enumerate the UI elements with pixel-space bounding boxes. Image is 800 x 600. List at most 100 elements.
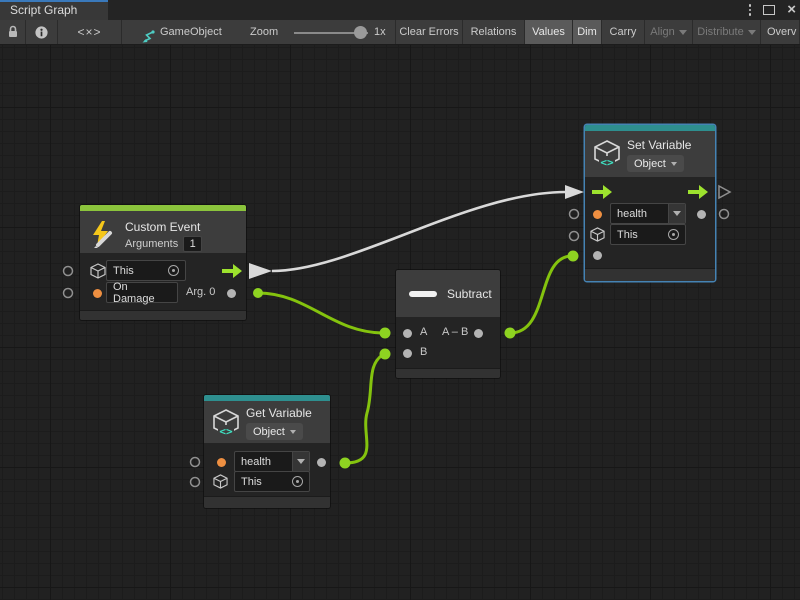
node-header: <> Get Variable Object <box>204 401 330 443</box>
chevron-down-icon <box>297 459 305 464</box>
toolbar-button-group: Clear Errors Relations Values Dim Carry … <box>396 20 800 44</box>
node-subtract[interactable]: Subtract A A – B B <box>396 270 500 378</box>
input-b-port[interactable] <box>403 349 412 358</box>
wire-endpoint <box>380 328 391 339</box>
port-row-name: health <box>585 203 715 225</box>
node-header: Custom Event Arguments 1 <box>80 211 246 253</box>
align-dropdown[interactable]: Align <box>645 20 693 44</box>
node-title: Subtract <box>447 287 492 301</box>
zoom-value: 1x <box>374 20 386 44</box>
variable-scope-dropdown[interactable]: Object <box>246 423 303 440</box>
object-picker-icon[interactable] <box>668 229 679 240</box>
value-in-port[interactable] <box>593 251 602 260</box>
port-hint-circle[interactable] <box>191 458 200 467</box>
variable-name-value: health <box>611 208 668 220</box>
wire-value-arg0-to-a[interactable] <box>258 293 384 333</box>
info-button[interactable] <box>26 20 58 44</box>
wire-endpoint <box>568 251 579 262</box>
port-hint-circle[interactable] <box>64 289 73 298</box>
wire-control-start-arrow-icon <box>249 263 272 279</box>
window-menu-icon[interactable] <box>749 4 752 16</box>
wire-endpoint <box>380 349 391 360</box>
port-hint-circle[interactable] <box>570 232 579 241</box>
edit-graph-button[interactable]: <×> <box>58 20 122 44</box>
node-set-variable[interactable]: <> Set Variable Object health <box>585 125 715 281</box>
port-hint-circle[interactable] <box>720 210 729 219</box>
overview-button[interactable]: Overv <box>761 20 800 44</box>
dim-toggle[interactable]: Dim <box>573 20 602 44</box>
wire-value-getvar-to-b[interactable] <box>345 354 384 463</box>
port-hint-circle[interactable] <box>191 478 200 487</box>
value-out-port[interactable] <box>697 210 706 219</box>
node-title: Set Variable <box>627 138 691 152</box>
event-name-port[interactable] <box>93 289 102 298</box>
zoom-slider-handle[interactable] <box>354 26 367 39</box>
wire-value-subtract-to-setvar[interactable] <box>510 256 572 333</box>
node-custom-event[interactable]: Custom Event Arguments 1 This <box>80 205 246 320</box>
svg-text:<>: <> <box>219 425 233 438</box>
gameobject-selector[interactable]: GameObject <box>160 20 222 44</box>
carry-toggle[interactable]: Carry <box>602 20 645 44</box>
graph-canvas[interactable]: Custom Event Arguments 1 This <box>0 45 800 600</box>
info-icon <box>34 25 49 40</box>
value-out-port[interactable] <box>317 458 326 467</box>
variable-cube-icon: <> <box>593 140 621 170</box>
variable-name-dropdown[interactable]: health <box>610 203 686 224</box>
clear-errors-button[interactable]: Clear Errors <box>396 20 463 44</box>
wire-control-end-arrow-icon <box>565 185 584 199</box>
port-row-b: B <box>396 342 500 364</box>
node-title: Get Variable <box>246 406 312 420</box>
arg0-out-port[interactable] <box>227 289 236 298</box>
node-footer <box>204 496 330 508</box>
scope-value: Object <box>253 426 285 438</box>
trigger-out-port[interactable] <box>688 185 708 199</box>
node-header: Subtract <box>396 270 500 317</box>
variable-name-port[interactable] <box>217 458 226 467</box>
port-row-trigger <box>585 181 715 203</box>
this-field[interactable]: This <box>234 471 310 492</box>
port-row-event: On Damage Arg. 0 <box>80 282 246 304</box>
chevron-down-icon <box>290 430 296 434</box>
port-hint-triangle[interactable] <box>719 186 730 198</box>
this-field[interactable]: This <box>610 224 686 245</box>
variable-name-dropdown[interactable]: health <box>234 451 310 472</box>
port-row-this: This <box>80 260 246 282</box>
relations-button[interactable]: Relations <box>463 20 525 44</box>
dropdown-button[interactable] <box>668 204 685 223</box>
output-port[interactable] <box>474 329 483 338</box>
cube-icon <box>590 227 605 242</box>
arguments-input[interactable]: 1 <box>183 236 202 252</box>
variable-scope-dropdown[interactable]: Object <box>627 155 684 172</box>
lock-button[interactable] <box>0 20 26 44</box>
dropdown-button[interactable] <box>292 452 309 471</box>
this-value: This <box>113 265 134 277</box>
node-get-variable[interactable]: <> Get Variable Object health <box>204 395 330 508</box>
code-icon: <×> <box>77 25 101 39</box>
port-row-input-value <box>585 244 715 266</box>
close-icon[interactable]: × <box>787 3 796 17</box>
input-a-port[interactable] <box>403 329 412 338</box>
distribute-dropdown[interactable]: Distribute <box>693 20 761 44</box>
wire-control[interactable] <box>272 192 566 271</box>
unity-editor-window: Script Graph × <×> <box>0 0 800 600</box>
values-toggle[interactable]: Values <box>525 20 573 44</box>
object-picker-icon[interactable] <box>292 476 303 487</box>
object-picker-icon[interactable] <box>168 265 179 276</box>
custom-event-icon <box>88 220 116 248</box>
tab-script-graph[interactable]: Script Graph <box>0 0 108 20</box>
event-name-field[interactable]: On Damage <box>106 282 178 303</box>
node-footer <box>396 368 500 378</box>
subtract-icon <box>409 291 437 297</box>
trigger-out-port[interactable] <box>222 264 242 278</box>
graph-toolbar: <×> GameObject Zoom 1x Clear Errors Rela… <box>0 20 800 45</box>
node-title: Custom Event <box>125 220 200 234</box>
wire-endpoint <box>340 458 351 469</box>
arguments-label: Arguments <box>125 238 178 250</box>
port-hint-circle[interactable] <box>64 267 73 276</box>
maximize-icon[interactable] <box>763 5 775 15</box>
trigger-in-port[interactable] <box>592 185 612 199</box>
this-field[interactable]: This <box>106 260 186 281</box>
variable-name-port[interactable] <box>593 210 602 219</box>
port-hint-circle[interactable] <box>570 210 579 219</box>
event-name-value: On Damage <box>113 281 171 305</box>
